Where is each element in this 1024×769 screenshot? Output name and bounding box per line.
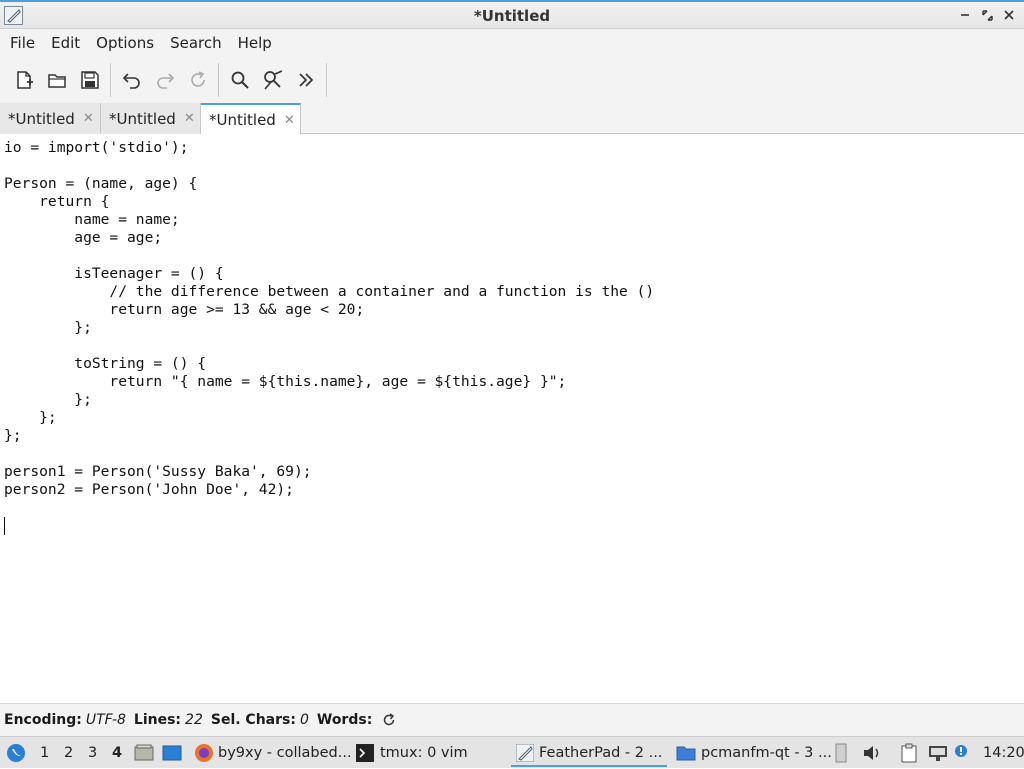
toolbar-separator bbox=[218, 63, 219, 97]
sel-chars-label: Sel. Chars: bbox=[210, 712, 296, 728]
code-line: }; bbox=[4, 409, 57, 426]
task-firefox[interactable]: by9xy - collabed... bbox=[194, 737, 352, 769]
text-editor[interactable]: io = import('stdio'); Person = (name, ag… bbox=[0, 134, 1024, 703]
save-icon[interactable] bbox=[73, 64, 106, 97]
tab-close-icon[interactable]: ✕ bbox=[83, 111, 94, 126]
status-bar: Encoding: UTF-8 Lines: 22 Sel. Chars: 0 … bbox=[0, 703, 1024, 736]
task-tmux[interactable]: tmux: 0 vim bbox=[356, 737, 468, 769]
reload-icon[interactable] bbox=[181, 64, 214, 97]
task-label: FeatherPad - 2 ... bbox=[539, 745, 663, 761]
tab-untitled-2[interactable]: *Untitled ✕ bbox=[101, 103, 201, 134]
task-label: tmux: 0 vim bbox=[380, 745, 468, 761]
refresh-words-icon[interactable] bbox=[382, 713, 396, 727]
menu-file[interactable]: File bbox=[2, 34, 43, 52]
show-desktop-icon[interactable] bbox=[162, 737, 182, 769]
undo-icon[interactable] bbox=[115, 64, 148, 97]
tab-label: *Untitled bbox=[8, 109, 75, 128]
toolbar-separator bbox=[110, 63, 111, 97]
minimize-button[interactable] bbox=[956, 5, 974, 25]
toolbar-separator bbox=[326, 63, 327, 97]
code-line: age = age; bbox=[4, 229, 163, 246]
words-label: Words: bbox=[316, 712, 373, 728]
tab-untitled-1[interactable]: *Untitled ✕ bbox=[0, 103, 101, 134]
firefox-icon bbox=[194, 743, 214, 763]
workspace-1[interactable]: 1 bbox=[40, 737, 49, 769]
taskbar: 1 2 3 4 by9xy - collabed... tmux: 0 vim … bbox=[0, 736, 1024, 768]
tab-close-icon[interactable]: ✕ bbox=[184, 111, 195, 126]
workspace-3[interactable]: 3 bbox=[88, 737, 97, 769]
close-button[interactable] bbox=[1000, 5, 1018, 25]
redo-icon[interactable] bbox=[148, 64, 181, 97]
restore-button[interactable] bbox=[978, 5, 996, 25]
network-icon[interactable] bbox=[928, 737, 948, 769]
clipboard-icon[interactable] bbox=[900, 737, 918, 769]
code-line: isTeenager = () { bbox=[4, 265, 224, 282]
code-line: name = name; bbox=[4, 211, 180, 228]
code-line: person2 = Person('John Doe', 42); bbox=[4, 481, 294, 498]
notification-icon[interactable] bbox=[954, 737, 968, 769]
clock[interactable]: 14:20 bbox=[983, 737, 1024, 769]
code-line: }; bbox=[4, 391, 92, 408]
tab-bar: *Untitled ✕ *Untitled ✕ *Untitled ✕ bbox=[0, 103, 1024, 135]
folder-icon bbox=[676, 744, 696, 762]
tab-label: *Untitled bbox=[109, 109, 176, 128]
code-line: // the difference between a container an… bbox=[4, 283, 655, 300]
menu-options[interactable]: Options bbox=[88, 34, 162, 52]
title-bar: *Untitled bbox=[0, 0, 1024, 29]
featherpad-icon bbox=[516, 744, 534, 762]
window-title: *Untitled bbox=[473, 7, 551, 25]
open-folder-icon[interactable] bbox=[40, 64, 73, 97]
menu-help[interactable]: Help bbox=[230, 34, 280, 52]
workspace-2[interactable]: 2 bbox=[64, 737, 73, 769]
tab-label: *Untitled bbox=[209, 111, 276, 129]
replace-icon[interactable] bbox=[256, 64, 289, 97]
code-line: Person = (name, age) { bbox=[4, 175, 198, 192]
sel-chars-value: 0 bbox=[299, 712, 309, 728]
tab-close-icon[interactable]: ✕ bbox=[284, 113, 295, 128]
new-document-icon[interactable] bbox=[7, 64, 40, 97]
start-menu-icon[interactable] bbox=[6, 737, 28, 769]
terminal-icon bbox=[356, 744, 374, 762]
more-icon[interactable] bbox=[289, 64, 322, 97]
code-line: person1 = Person('Sussy Baka', 69); bbox=[4, 463, 312, 480]
task-pcmanfm[interactable]: pcmanfm-qt - 3 ... bbox=[676, 737, 832, 769]
code-line: return "{ name = ${this.name}, age = ${t… bbox=[4, 373, 567, 390]
code-line: io = import('stdio'); bbox=[4, 139, 189, 156]
menu-bar: File Edit Options Search Help bbox=[0, 29, 1024, 57]
text-cursor bbox=[4, 517, 5, 535]
workspace-4[interactable]: 4 bbox=[112, 737, 122, 769]
lines-value: 22 bbox=[185, 712, 203, 728]
task-label: by9xy - collabed... bbox=[218, 745, 352, 761]
code-line: return age >= 13 && age < 20; bbox=[4, 301, 365, 318]
lines-label: Lines: bbox=[133, 712, 182, 728]
search-icon[interactable] bbox=[223, 64, 256, 97]
task-label: pcmanfm-qt - 3 ... bbox=[701, 745, 832, 761]
code-line: }; bbox=[4, 427, 22, 444]
tray-scroll-icon[interactable] bbox=[835, 737, 847, 769]
encoding-label: Encoding: bbox=[4, 712, 82, 728]
toolbar bbox=[0, 57, 1024, 103]
tab-untitled-3[interactable]: *Untitled ✕ bbox=[201, 103, 301, 135]
menu-search[interactable]: Search bbox=[162, 34, 230, 52]
code-line: toString = () { bbox=[4, 355, 207, 372]
menu-edit[interactable]: Edit bbox=[43, 34, 88, 52]
volume-icon[interactable] bbox=[862, 737, 882, 769]
active-task-indicator bbox=[511, 765, 667, 767]
code-line: return { bbox=[4, 193, 110, 210]
file-manager-launcher-icon[interactable] bbox=[134, 737, 154, 769]
code-line: }; bbox=[4, 319, 92, 336]
encoding-value: UTF-8 bbox=[85, 712, 126, 728]
